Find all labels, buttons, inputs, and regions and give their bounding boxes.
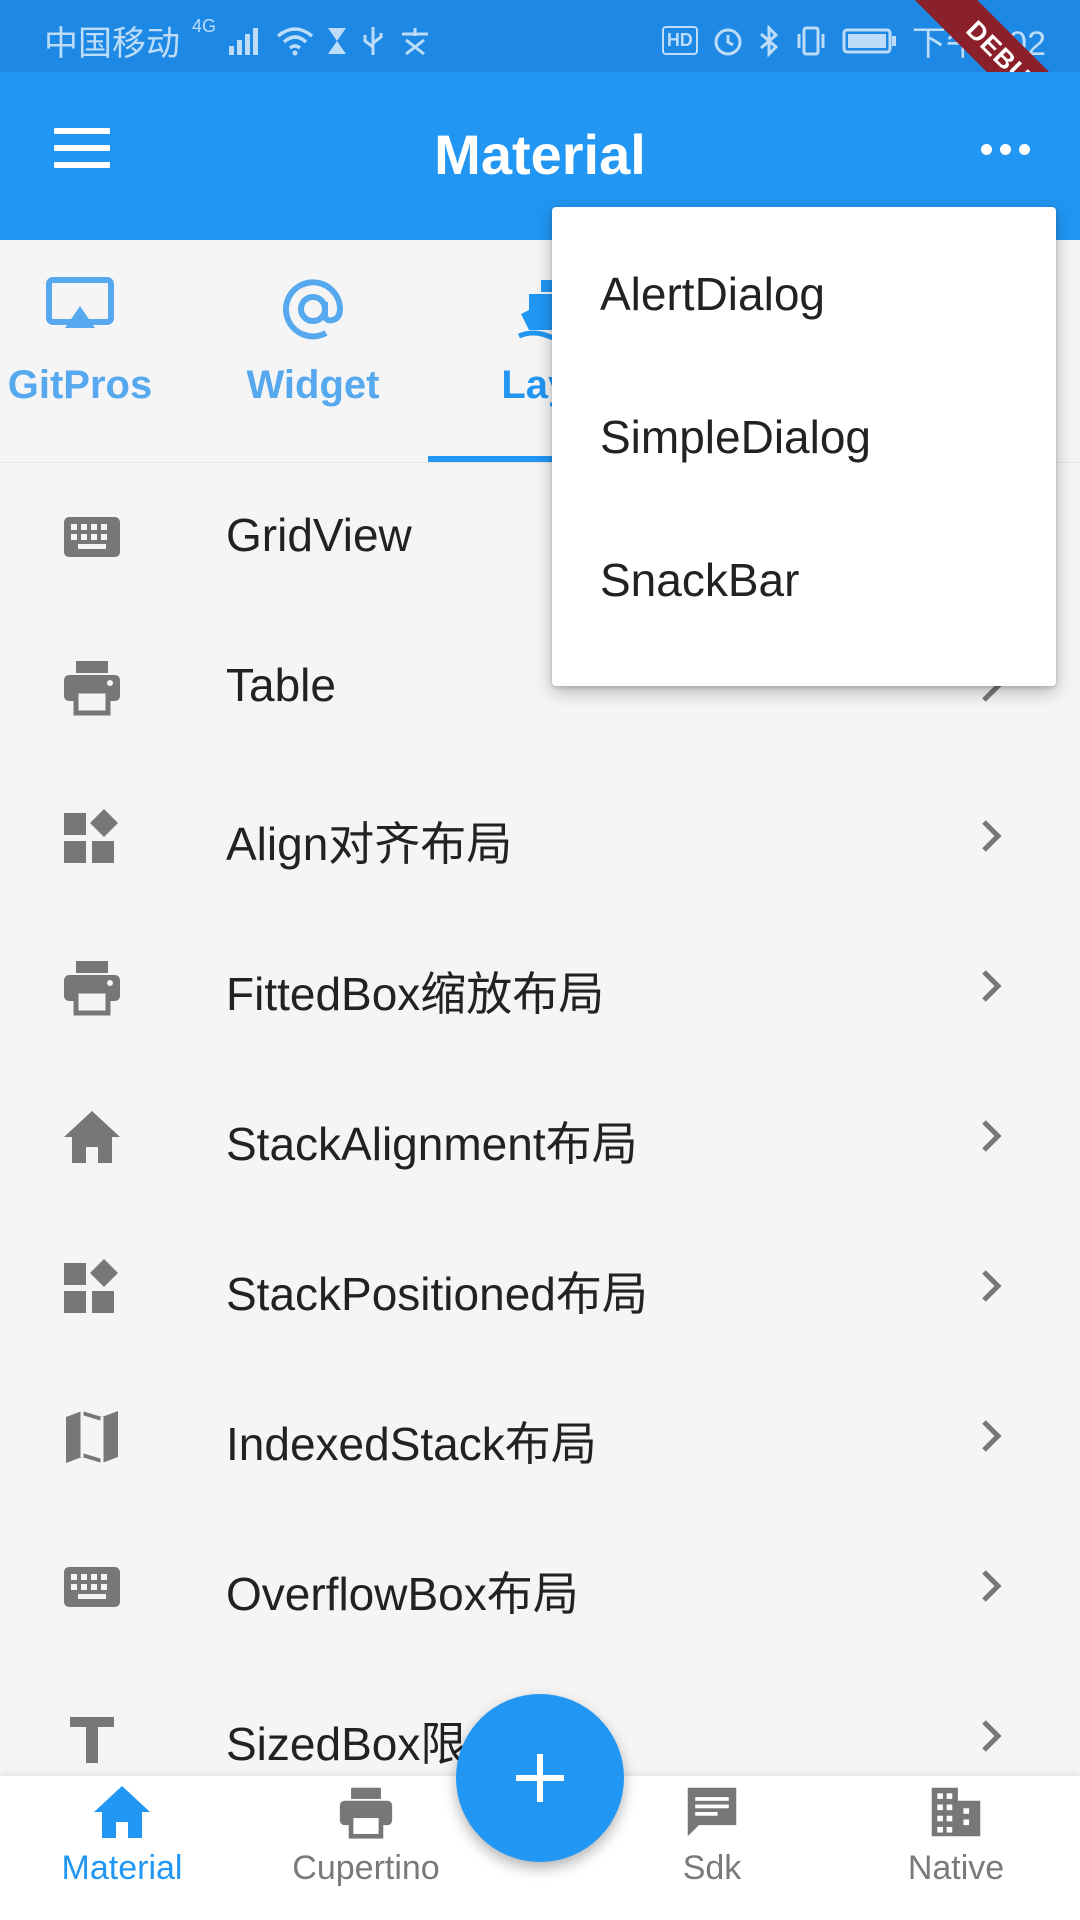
at-sign-icon	[283, 279, 344, 340]
chevron-right-icon	[982, 1420, 1002, 1452]
printer-icon	[339, 1787, 393, 1839]
nav-item-native[interactable]: Native	[856, 1784, 1056, 1888]
nav-label: Material	[61, 1849, 183, 1887]
text-icon	[70, 1717, 114, 1763]
widgets-icon	[64, 1259, 118, 1313]
list-item-label: OverflowBox布局	[226, 1568, 579, 1620]
list-item[interactable]: StackAlignment布局	[0, 1062, 1080, 1212]
wifi-icon	[276, 26, 314, 56]
list-item-label: GridView	[226, 509, 412, 561]
tab-label: GitPros	[7, 363, 153, 407]
list-item[interactable]: OverflowBox布局	[0, 1512, 1080, 1662]
usb-icon	[360, 25, 386, 57]
building-icon	[931, 1787, 981, 1837]
nav-label: Sdk	[682, 1849, 742, 1887]
signal-icon	[228, 26, 264, 56]
tab-label: Widget	[246, 363, 380, 407]
add-icon	[516, 1754, 564, 1802]
nav-item-sdk[interactable]: Sdk	[612, 1784, 812, 1888]
chat-icon	[687, 1787, 737, 1837]
widgets-icon	[64, 809, 118, 863]
tab-widget[interactable]: Widget	[233, 276, 393, 408]
hourglass-icon	[326, 26, 348, 56]
list-item[interactable]: IndexedStack布局	[0, 1362, 1080, 1512]
more-options-button[interactable]	[981, 144, 1030, 155]
chevron-right-icon	[982, 1720, 1002, 1752]
nav-item-cupertino[interactable]: Cupertino	[266, 1784, 466, 1888]
keyboard-icon	[64, 517, 120, 557]
menu-item-snackbar[interactable]: SnackBar	[600, 553, 799, 607]
list-item-label: SizedBox限	[226, 1718, 467, 1770]
list-item[interactable]: Align对齐布局	[0, 762, 1080, 912]
status-bar: 中国移动 4G HD 下午4:02 DEBUG	[0, 0, 1080, 72]
chevron-right-icon	[982, 1570, 1002, 1602]
overflow-popup-menu: AlertDialog SimpleDialog SnackBar	[552, 207, 1056, 686]
chevron-right-icon	[982, 1270, 1002, 1302]
chevron-right-icon	[982, 1120, 1002, 1152]
list-item-label: StackPositioned布局	[226, 1268, 648, 1320]
list-item[interactable]: FittedBox缩放布局	[0, 912, 1080, 1062]
home-icon	[94, 1786, 150, 1838]
bluetooth-icon	[758, 24, 780, 57]
map-icon	[66, 1411, 118, 1463]
app-notification-icon	[398, 26, 432, 56]
nav-label: Cupertino	[292, 1849, 440, 1887]
cast-icon	[46, 277, 114, 328]
hd-badge: HD	[661, 26, 698, 55]
tab-gitpros[interactable]: GitPros	[0, 276, 160, 408]
list-item-label: IndexedStack布局	[226, 1418, 597, 1470]
list-item-label: StackAlignment布局	[226, 1118, 638, 1170]
vibrate-icon	[794, 25, 828, 57]
network-type: 4G	[192, 16, 217, 36]
list-item[interactable]: StackPositioned布局	[0, 1212, 1080, 1362]
page-title: Material	[434, 123, 646, 186]
add-fab-button[interactable]	[456, 1694, 624, 1862]
menu-item-alertdialog[interactable]: AlertDialog	[600, 267, 825, 321]
carrier-label: 中国移动	[44, 25, 180, 63]
chevron-right-icon	[982, 820, 1002, 852]
menu-item-simpledialog[interactable]: SimpleDialog	[600, 410, 871, 464]
nav-label: Native	[907, 1849, 1005, 1887]
home-icon	[64, 1111, 120, 1163]
alarm-icon	[712, 25, 744, 57]
list-item-label: Align对齐布局	[226, 818, 513, 870]
printer-icon	[64, 961, 120, 1016]
keyboard-icon	[64, 1567, 120, 1607]
nav-item-material[interactable]: Material	[22, 1784, 222, 1888]
printer-icon	[64, 661, 120, 716]
list-item-label: FittedBox缩放布局	[226, 968, 605, 1020]
chevron-right-icon	[982, 970, 1002, 1002]
list-item-label: Table	[226, 659, 336, 711]
more-horizontal-icon	[981, 144, 992, 155]
battery-icon	[842, 27, 898, 55]
